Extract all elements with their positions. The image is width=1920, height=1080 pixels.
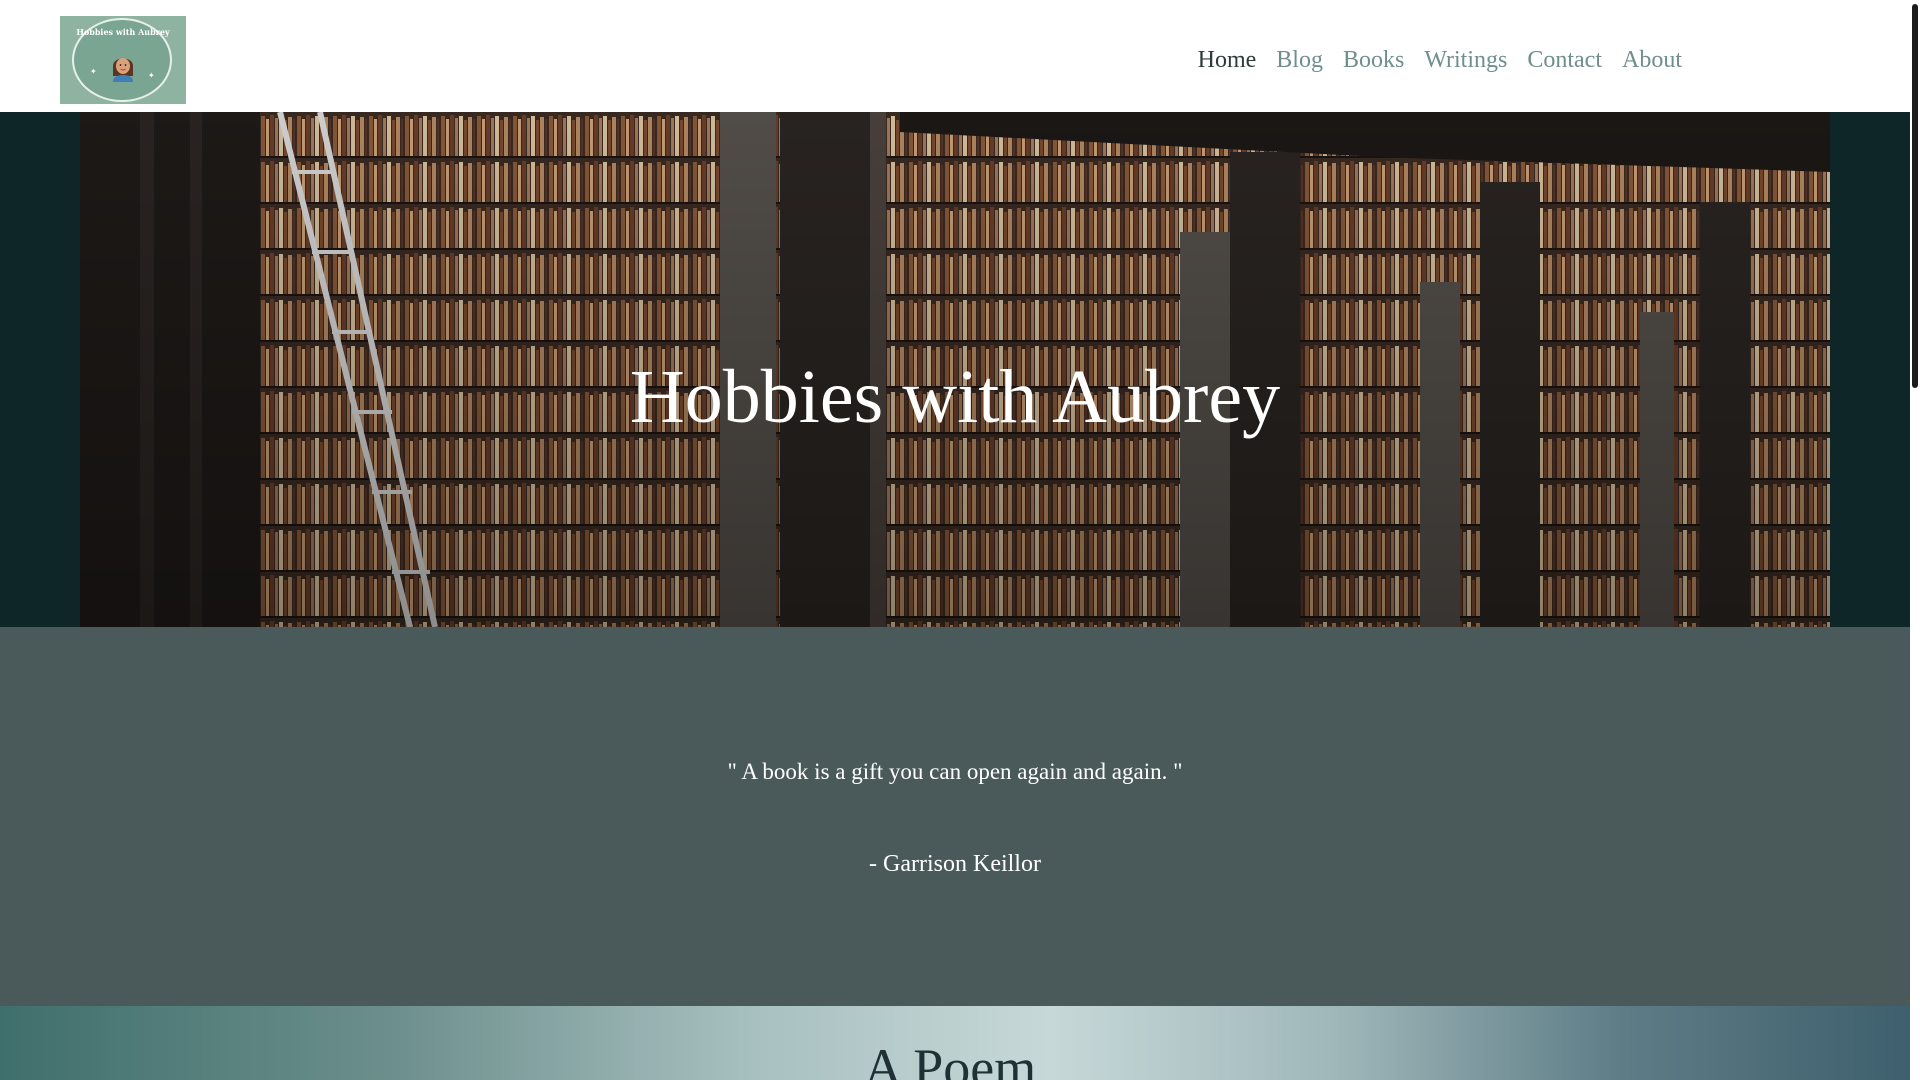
nav-item-contact[interactable]: Contact bbox=[1527, 45, 1602, 75]
hero-title: Hobbies with Aubrey bbox=[629, 355, 1281, 439]
quote-text: " A book is a gift you can open again an… bbox=[727, 759, 1183, 784]
page: Hobbies with Aubrey ✦ ✦ Home Blog Books … bbox=[0, 0, 1910, 1080]
logo-text: Hobbies with Aubrey bbox=[76, 27, 170, 37]
main-nav: Home Blog Books Writings Contact About bbox=[1198, 45, 1682, 75]
sparkle-icon: ✦ bbox=[90, 67, 97, 76]
scrollbar-thumb[interactable] bbox=[1912, 4, 1918, 388]
nav-item-writings[interactable]: Writings bbox=[1424, 45, 1507, 75]
page-scrollbar[interactable] bbox=[1910, 0, 1920, 1080]
nav-item-blog[interactable]: Blog bbox=[1276, 45, 1323, 75]
nav-item-about[interactable]: About bbox=[1622, 45, 1682, 75]
poem-section: A Poem bbox=[0, 1006, 1910, 1080]
quote-author: - Garrison Keillor bbox=[869, 851, 1041, 877]
nav-item-home[interactable]: Home bbox=[1198, 45, 1257, 75]
nav-item-books[interactable]: Books bbox=[1343, 45, 1404, 75]
site-header: Hobbies with Aubrey ✦ ✦ Home Blog Books … bbox=[0, 0, 1910, 112]
sparkle-icon: ✦ bbox=[148, 71, 155, 80]
poem-title: A Poem bbox=[863, 1038, 1037, 1080]
site-logo[interactable]: Hobbies with Aubrey ✦ ✦ bbox=[60, 16, 186, 104]
avatar-icon bbox=[113, 58, 133, 82]
hero-section: Hobbies with Aubrey bbox=[0, 112, 1910, 627]
quote-section: " A book is a gift you can open again an… bbox=[0, 627, 1910, 1006]
